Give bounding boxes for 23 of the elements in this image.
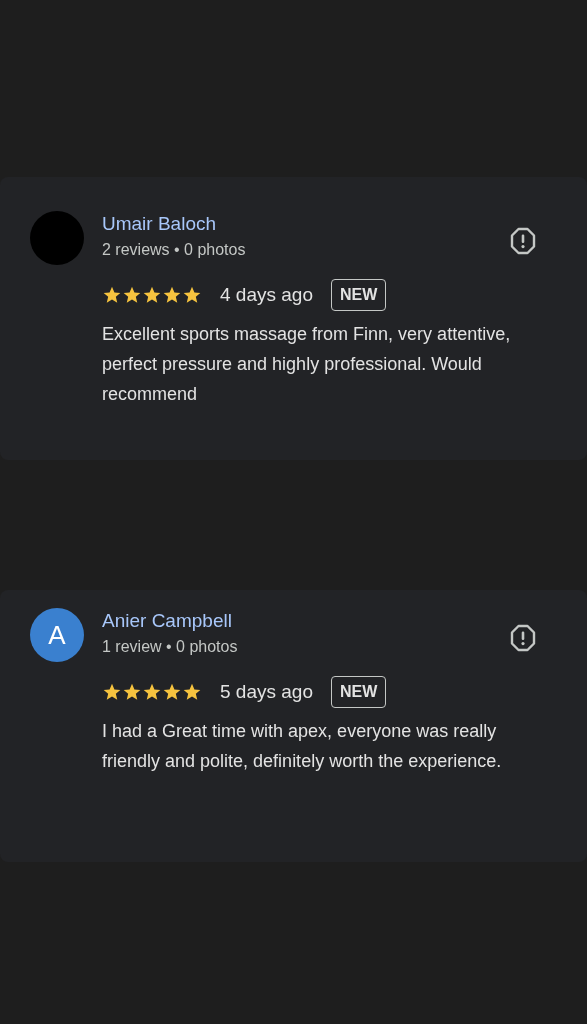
star-icon — [162, 682, 182, 702]
star-icon — [102, 682, 122, 702]
star-icon — [142, 682, 162, 702]
report-icon[interactable] — [509, 624, 537, 652]
new-badge: NEW — [330, 279, 387, 311]
review-text: Excellent sports massage from Finn, very attentive, perfect pressure and highly professional. Would recommend — [102, 323, 512, 406]
avatar[interactable]: A — [30, 608, 84, 662]
review-date: 4 days ago — [220, 284, 313, 306]
new-badge: NEW — [330, 676, 387, 708]
star-icon — [182, 285, 202, 305]
star-icon — [122, 285, 142, 305]
report-icon[interactable] — [509, 227, 537, 255]
reviewer-name[interactable]: Anier Campbell — [102, 609, 238, 633]
star-icon — [142, 285, 162, 305]
reviewer-name[interactable]: Umair Baloch — [102, 212, 246, 236]
review-date: 5 days ago — [220, 681, 313, 703]
star-icon — [162, 285, 182, 305]
review-text: I had a Great time with apex, everyone was really friendly and polite, definitely worth the experience. — [102, 720, 503, 773]
star-icon — [102, 285, 122, 305]
reviewer-stats: 1 review • 0 photos — [102, 637, 238, 657]
star-icon — [182, 682, 202, 702]
reviewer-stats: 2 reviews • 0 photos — [102, 240, 246, 260]
star-icon — [122, 682, 142, 702]
